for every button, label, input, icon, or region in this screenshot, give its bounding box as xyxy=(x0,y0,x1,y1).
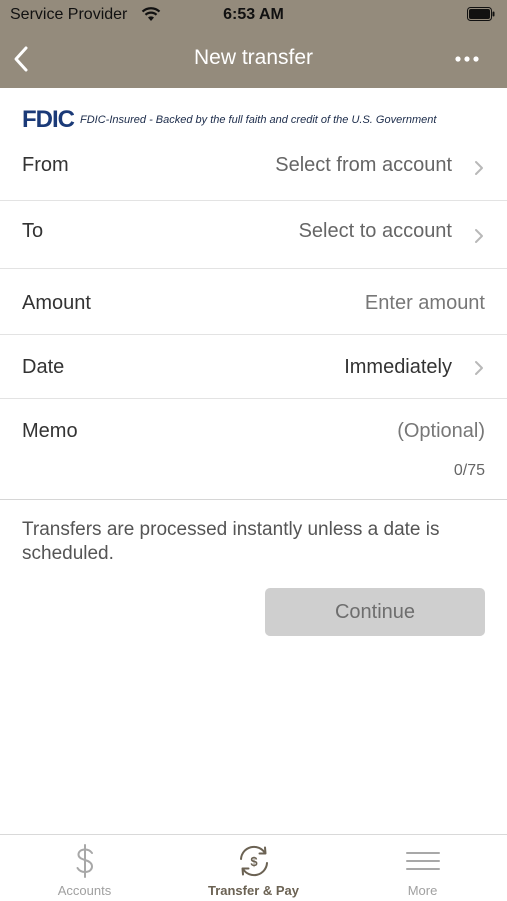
date-label: Date xyxy=(22,356,65,378)
fdic-notice: FDIC FDIC-Insured - Backed by the full f… xyxy=(22,108,492,132)
continue-button[interactable]: Continue xyxy=(265,588,485,636)
hamburger-menu-icon xyxy=(403,841,443,881)
battery-icon xyxy=(467,7,495,21)
date-row[interactable]: Date Immediately xyxy=(0,350,507,398)
tab-accounts[interactable]: Accounts xyxy=(0,835,169,901)
tab-label: More xyxy=(407,883,438,898)
svg-text:$: $ xyxy=(250,854,258,869)
chevron-right-icon xyxy=(473,358,485,378)
tab-label: Accounts xyxy=(57,883,112,898)
status-bar: Service Provider 6:53 AM xyxy=(0,0,507,30)
tab-label: Transfer & Pay xyxy=(207,883,300,898)
tab-more[interactable]: More xyxy=(338,835,507,901)
memo-label: Memo xyxy=(22,420,78,442)
amount-label: Amount xyxy=(22,292,91,314)
from-account-row[interactable]: From Select from account xyxy=(0,148,507,200)
dollar-icon xyxy=(65,841,105,881)
transfer-info-text: Transfers are processed instantly unless… xyxy=(22,519,440,564)
tab-transfer-pay[interactable]: $ Transfer & Pay xyxy=(169,835,338,901)
divider xyxy=(0,334,507,335)
from-label: From xyxy=(22,154,69,176)
from-account-selector[interactable]: Select from account xyxy=(275,154,452,177)
memo-input[interactable]: (Optional) xyxy=(397,420,485,443)
memo-row: Memo (Optional) 0/75 xyxy=(0,416,507,500)
memo-character-counter: 0/75 xyxy=(453,462,485,479)
chevron-right-icon xyxy=(473,158,485,178)
more-options-button[interactable] xyxy=(453,48,483,70)
fdic-logo: FDIC xyxy=(22,106,75,133)
to-account-selector[interactable]: Select to account xyxy=(299,220,452,243)
fdic-tagline: FDIC-Insured - Backed by the full faith … xyxy=(80,114,437,126)
amount-row: Amount Enter amount xyxy=(0,288,507,334)
transfer-pay-icon: $ xyxy=(234,841,274,881)
status-time: 6:53 AM xyxy=(223,6,284,23)
amount-input[interactable]: Enter amount xyxy=(365,292,485,315)
divider xyxy=(0,499,507,500)
chevron-right-icon xyxy=(473,226,485,246)
date-selector[interactable]: Immediately xyxy=(344,356,452,379)
divider xyxy=(0,398,507,399)
to-account-row[interactable]: To Select to account xyxy=(0,214,507,268)
divider xyxy=(0,200,507,201)
page-title: New transfer xyxy=(193,46,314,69)
more-dots-icon xyxy=(455,56,479,62)
divider xyxy=(0,268,507,269)
to-label: To xyxy=(22,220,44,242)
nav-bar: New transfer xyxy=(0,30,507,88)
tab-bar: Accounts $ Transfer & Pay More xyxy=(0,834,507,901)
